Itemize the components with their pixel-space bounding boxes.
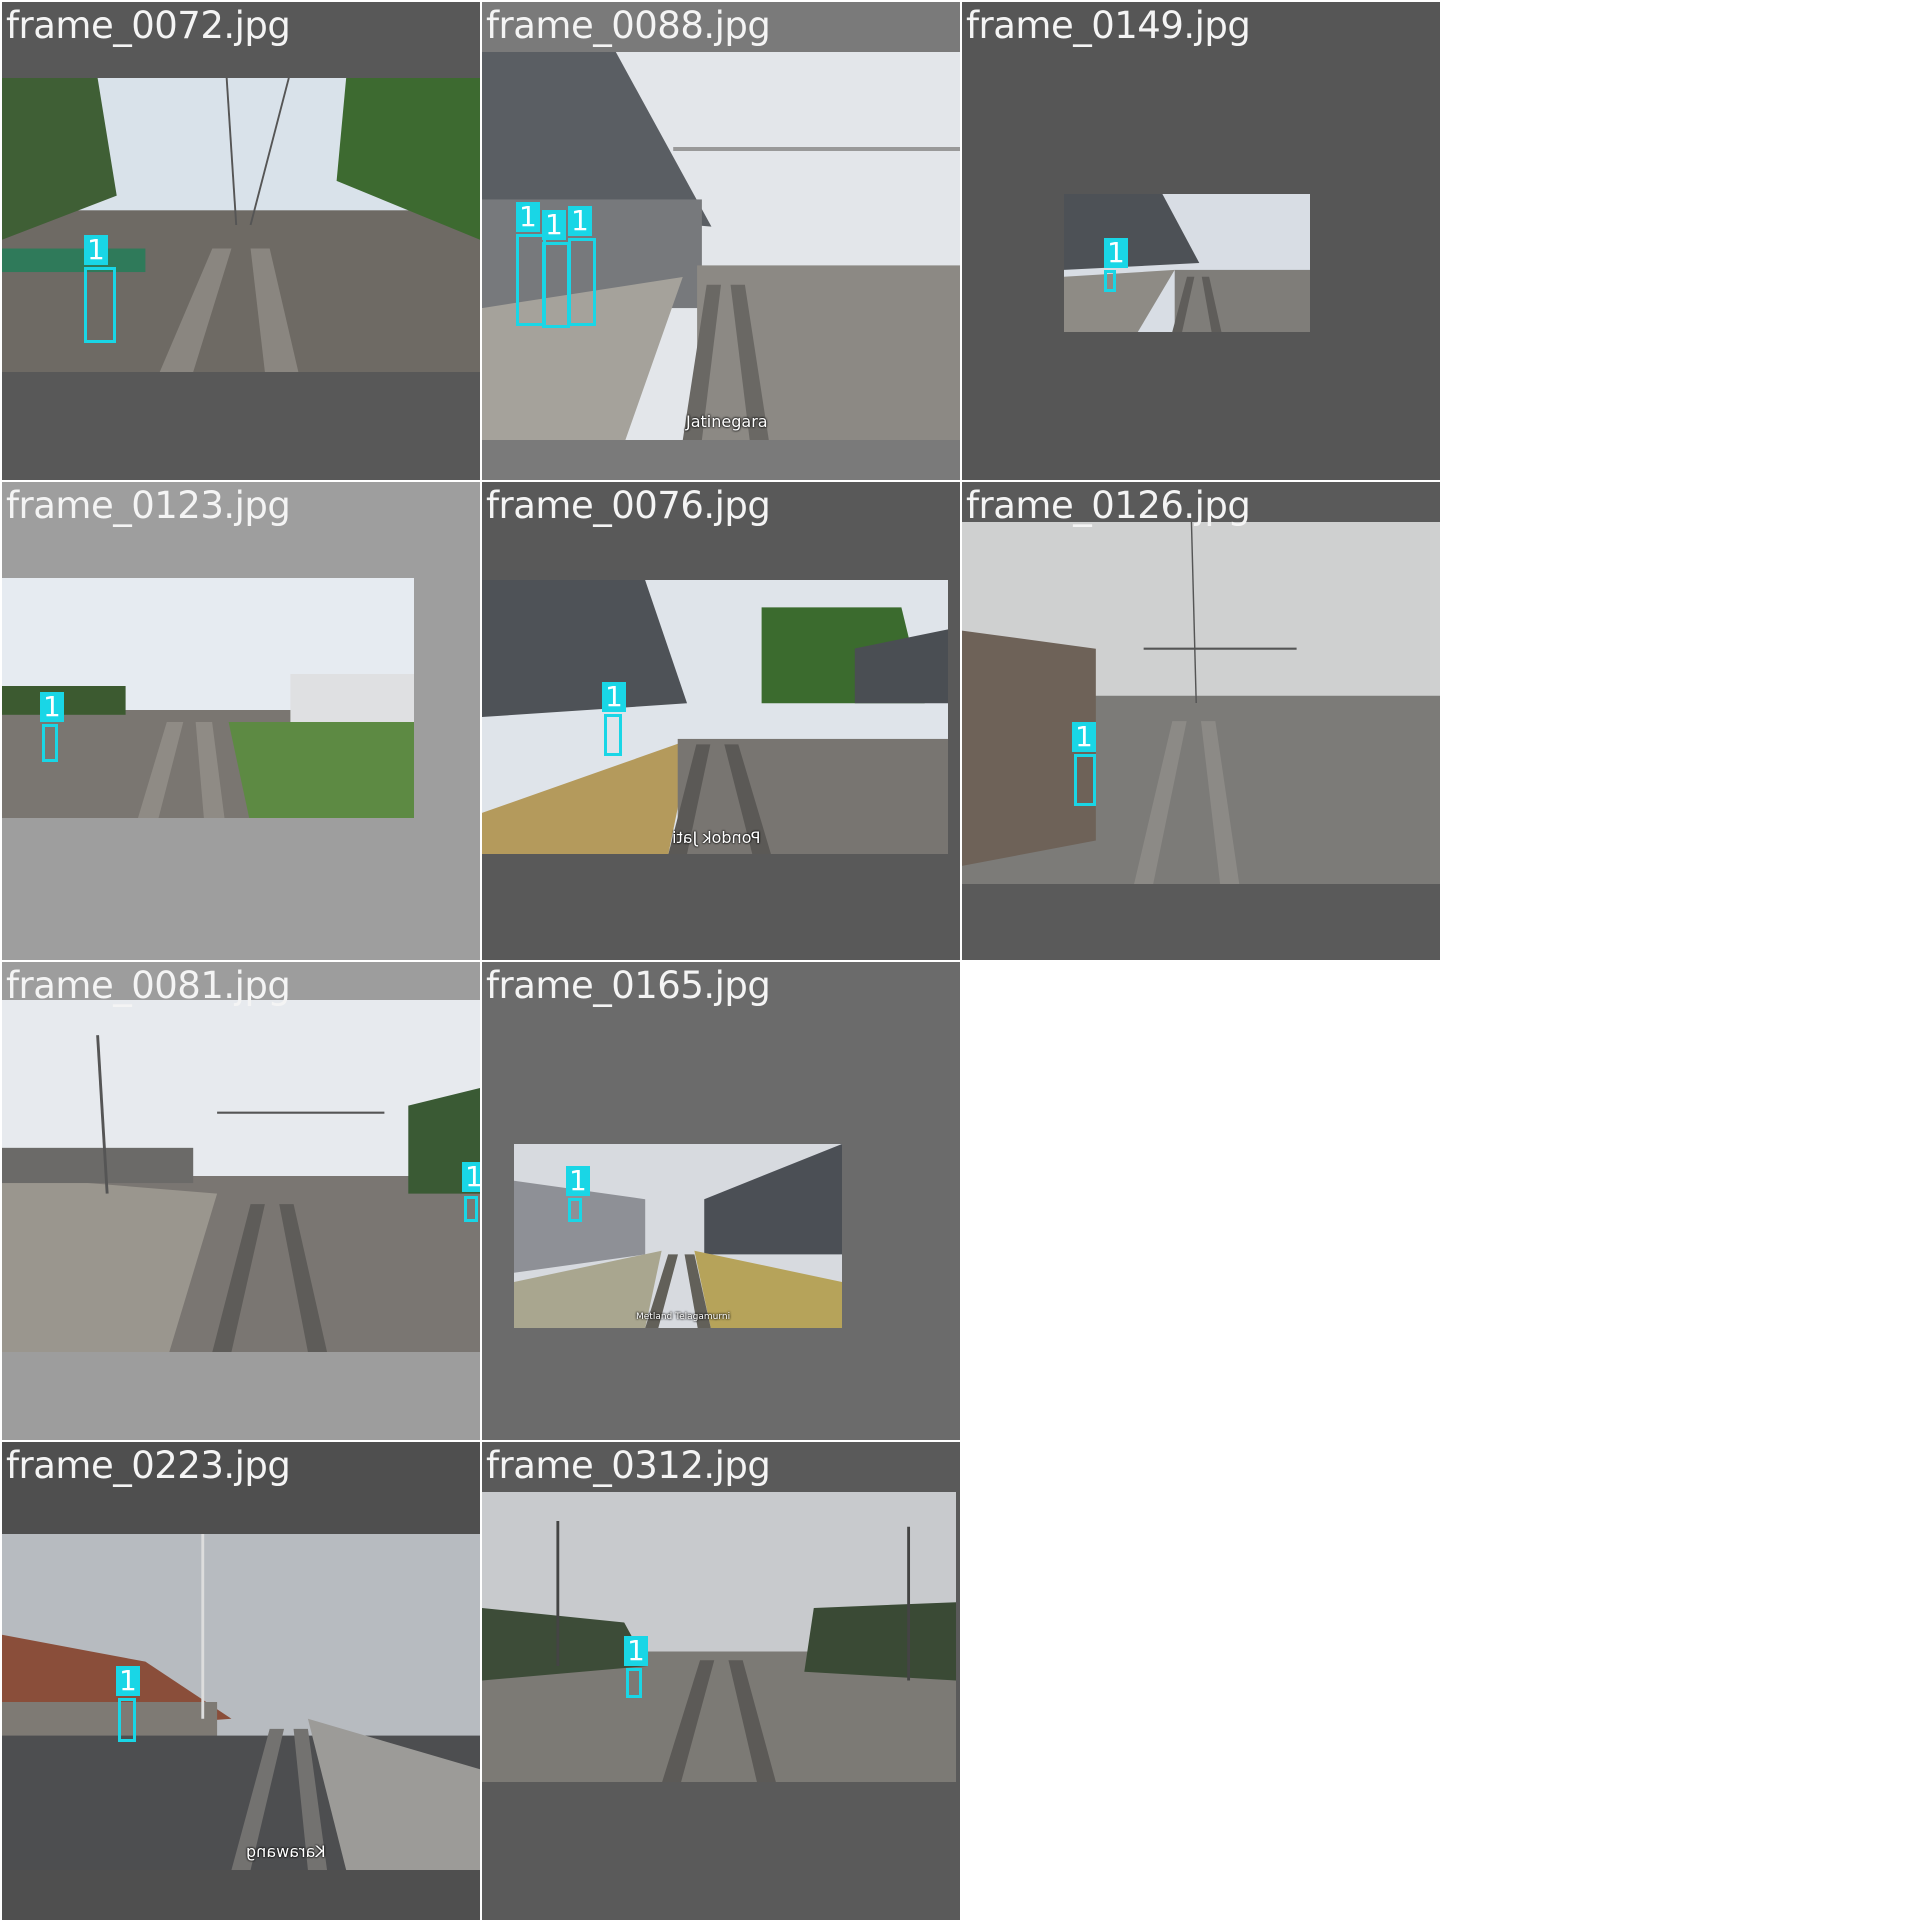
- frame-image: [482, 1492, 956, 1782]
- tile-filename: frame_0081.jpg: [6, 964, 291, 1007]
- tile-filename: frame_0088.jpg: [486, 4, 771, 47]
- frame-image: [482, 580, 948, 854]
- tile-frame-0081: frame_0081.jpg 1: [2, 962, 480, 1440]
- tile-frame-0072: frame_0072.jpg 1: [2, 2, 480, 480]
- station-caption: Jatinegara: [686, 412, 768, 431]
- detection-label: 1: [602, 682, 626, 712]
- tile-frame-0076: frame_0076.jpg 1 Pondok Jati: [482, 482, 960, 960]
- detection-box: [464, 1196, 478, 1222]
- detection-label: 1: [84, 235, 108, 265]
- tile-filename: frame_0126.jpg: [966, 484, 1251, 527]
- detection-label: 1: [542, 210, 566, 240]
- frame-image: [2, 1534, 480, 1870]
- frame-image: [514, 1144, 842, 1328]
- detection-box: [604, 714, 622, 756]
- frame-image: [1064, 194, 1310, 332]
- frame-image: [2, 1000, 480, 1352]
- detection-box: [118, 1698, 136, 1742]
- detection-label: 1: [568, 206, 592, 236]
- detection-box: [568, 1198, 582, 1222]
- detection-box: [1074, 754, 1096, 806]
- detection-box: [42, 724, 58, 762]
- detection-label: 1: [624, 1636, 648, 1666]
- detection-label: 1: [116, 1666, 140, 1696]
- tile-frame-0149: frame_0149.jpg 1: [962, 2, 1440, 480]
- tile-filename: frame_0072.jpg: [6, 4, 291, 47]
- station-caption: Karawang: [246, 1842, 326, 1861]
- tile-frame-0126: frame_0126.jpg 1: [962, 482, 1440, 960]
- tile-filename: frame_0123.jpg: [6, 484, 291, 527]
- detection-label: 1: [516, 202, 540, 232]
- tile-frame-0312: frame_0312.jpg 1: [482, 1442, 960, 1920]
- tile-filename: frame_0149.jpg: [966, 4, 1251, 47]
- tile-frame-0165: frame_0165.jpg 1 Metland Telagamurni: [482, 962, 960, 1440]
- tile-filename: frame_0076.jpg: [486, 484, 771, 527]
- detection-box: [626, 1668, 642, 1698]
- detection-label: 1: [40, 692, 64, 722]
- tile-filename: frame_0223.jpg: [6, 1444, 291, 1487]
- station-caption: Pondok Jati: [672, 828, 761, 847]
- station-caption: Metland Telagamurni: [636, 1312, 731, 1322]
- tile-frame-0223: frame_0223.jpg 1 Karawang: [2, 1442, 480, 1920]
- frame-image: [2, 78, 480, 372]
- detection-box: [84, 267, 116, 343]
- detection-label: 1: [1104, 238, 1128, 268]
- detection-label: 1: [1072, 722, 1096, 752]
- tile-frame-0088: frame_0088.jpg 1 1 1 Jatinegara: [482, 2, 960, 480]
- tile-filename: frame_0312.jpg: [486, 1444, 771, 1487]
- detection-label: 1: [462, 1162, 480, 1192]
- detection-box: [542, 242, 570, 328]
- detection-box: [568, 238, 596, 326]
- frame-image: [962, 522, 1440, 884]
- tile-filename: frame_0165.jpg: [486, 964, 771, 1007]
- detection-box: [1104, 270, 1116, 292]
- detection-label: 1: [566, 1166, 590, 1196]
- tile-frame-0123: frame_0123.jpg 1: [2, 482, 480, 960]
